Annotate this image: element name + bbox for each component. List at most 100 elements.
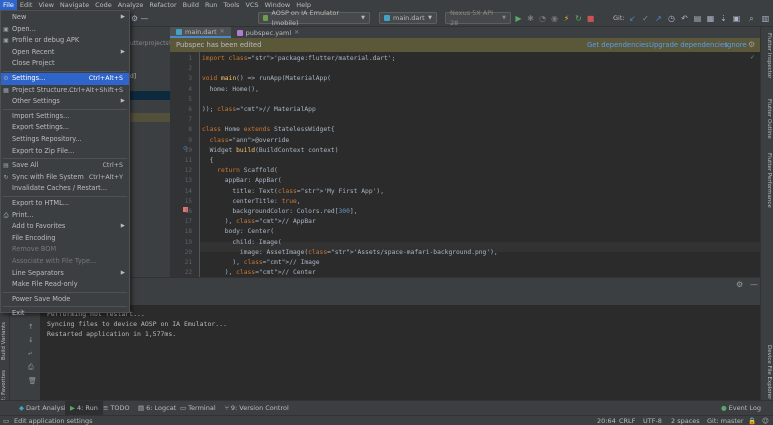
menu-tools[interactable]: Tools: [220, 0, 242, 10]
tab-terminal[interactable]: ▭ Terminal: [175, 401, 221, 416]
code-line[interactable]: class="ann">@override: [202, 136, 290, 146]
stop-icon[interactable]: ■: [586, 14, 595, 23]
code-line[interactable]: import class="str">'package:flutter/mate…: [202, 54, 395, 64]
line-separator[interactable]: CRLF: [619, 416, 635, 425]
search-icon[interactable]: ⌕: [747, 14, 756, 23]
rollback-icon[interactable]: ↶: [680, 14, 689, 23]
avd-manager-icon[interactable]: ▦: [706, 14, 715, 23]
cursor-position[interactable]: 20:64: [597, 416, 616, 425]
sdk-manager-icon[interactable]: ▤: [693, 14, 702, 23]
vcs-update-icon[interactable]: ↙: [628, 14, 637, 23]
code-editor[interactable]: import class="str">'package:flutter/mate…: [170, 52, 760, 277]
code-line[interactable]: title: Text(class="str">'My First App'),: [202, 187, 384, 197]
menu-item-import-settings[interactable]: Import Settings...: [1, 111, 129, 123]
menu-run[interactable]: Run: [202, 0, 220, 10]
menu-item-settings-repository[interactable]: Settings Repository...: [1, 134, 129, 146]
flutter-outline-tab[interactable]: Flutter Outline: [763, 99, 772, 139]
code-line[interactable]: body: Center(: [202, 227, 274, 237]
flutter-inspector-tab[interactable]: Flutter Inspector: [763, 33, 772, 79]
git-branch[interactable]: Git: master: [707, 416, 744, 425]
history-icon[interactable]: ◷: [667, 14, 676, 23]
trash-icon[interactable]: 🗑: [28, 377, 37, 385]
tab-event-log[interactable]: ● Event Log: [716, 401, 766, 416]
code-line[interactable]: appBar: AppBar(: [202, 176, 282, 186]
scroll-down-icon[interactable]: ↓: [28, 336, 34, 344]
code-line[interactable]: {: [202, 156, 214, 166]
notifications-icon[interactable]: ☺: [762, 416, 769, 425]
menu-item-print[interactable]: ⎙ Print...: [1, 210, 129, 222]
menu-item-sync-with-file-system[interactable]: ↻ Sync with File System Ctrl+Alt+Y: [1, 172, 129, 184]
minimize-icon[interactable]: —: [750, 280, 758, 289]
menu-item-invalidate-caches-restart[interactable]: Invalidate Caches / Restart...: [1, 183, 129, 195]
menu-item-settings[interactable]: ⚙ Settings... Ctrl+Alt+S: [1, 73, 129, 85]
code-line[interactable]: return Scaffold(: [202, 166, 278, 176]
ignore-link[interactable]: Ignore: [725, 41, 747, 49]
menu-item-exit[interactable]: Exit: [1, 308, 129, 320]
file-encoding[interactable]: UTF-8: [643, 416, 662, 425]
print-icon[interactable]: ⎙: [28, 363, 34, 372]
menu-item-export-to-zip-file[interactable]: Export to Zip File...: [1, 146, 129, 158]
inspection-ok-icon[interactable]: ✓: [750, 54, 755, 61]
project-modified-row[interactable]: [130, 113, 170, 122]
vcs-commit-icon[interactable]: ✓: [641, 14, 650, 23]
menu-item-other-settings[interactable]: Other Settings ▶: [1, 96, 129, 108]
menu-vcs[interactable]: VCS: [242, 0, 261, 10]
close-icon[interactable]: ✕: [220, 28, 225, 35]
favorites-tab[interactable]: 2: Favorites: [1, 370, 9, 402]
menu-item-export-to-html[interactable]: Export to HTML...: [1, 198, 129, 210]
status-icon[interactable]: ▭: [3, 416, 9, 425]
layout-icon[interactable]: ▥: [761, 14, 770, 23]
menu-item-power-save-mode[interactable]: Power Save Mode: [1, 294, 129, 306]
vcs-push-icon[interactable]: ↗: [654, 14, 663, 23]
menu-navigate[interactable]: Navigate: [57, 0, 92, 10]
menu-item-export-settings[interactable]: Export Settings...: [1, 122, 129, 134]
scroll-up-icon[interactable]: ↑: [28, 323, 34, 331]
run-icon[interactable]: ▶: [514, 14, 523, 23]
close-icon[interactable]: ✕: [294, 29, 299, 36]
menu-item-close-project[interactable]: Close Project: [1, 58, 129, 70]
lock-icon[interactable]: 🔒: [748, 416, 756, 425]
hot-restart-icon[interactable]: ↻: [574, 14, 583, 23]
debug-icon[interactable]: ✱: [526, 14, 535, 23]
menu-refactor[interactable]: Refactor: [146, 0, 179, 10]
indent-setting[interactable]: 2 spaces: [671, 416, 700, 425]
build-variants-tab[interactable]: Build Variants: [1, 322, 9, 360]
code-line[interactable]: child: Image(: [202, 238, 281, 248]
code-line[interactable]: home: Home(),: [202, 85, 259, 95]
menu-item-open[interactable]: ▣ Open...: [1, 24, 129, 36]
project-selected-row[interactable]: [130, 91, 170, 100]
upgrade-dependencies-link[interactable]: Upgrade dependencies: [649, 41, 728, 49]
code-line[interactable]: ), class="cmt">// Image: [202, 258, 319, 268]
menu-item-profile-or-debug-apk[interactable]: ▣ Profile or debug APK: [1, 35, 129, 47]
gear-icon[interactable]: ⚙: [748, 40, 755, 49]
soft-wrap-icon[interactable]: ⤶: [28, 349, 32, 358]
device-file-explorer-tab[interactable]: Device File Explorer: [763, 345, 772, 399]
code-line[interactable]: class Home extends StatelessWidget{: [202, 125, 335, 135]
device-dropdown[interactable]: Nexus 5X API 28 ▼: [445, 9, 511, 27]
hot-reload-icon[interactable]: ⚡: [562, 14, 571, 23]
target-file-dropdown[interactable]: main.dart ▼: [379, 12, 437, 24]
code-line[interactable]: ), class="cmt">// AppBar: [202, 217, 316, 227]
tab-version-control[interactable]: ⑂ 9: Version Control: [220, 401, 294, 416]
tab-main-dart[interactable]: main.dart ✕: [170, 27, 231, 38]
coverage-icon[interactable]: ◔: [538, 14, 547, 23]
menu-file[interactable]: File: [0, 0, 17, 10]
profile-icon[interactable]: ◉: [550, 14, 559, 23]
menu-item-open-recent[interactable]: Open Recent ▶: [1, 47, 129, 59]
menu-item-make-file-read-only[interactable]: Make File Read-only: [1, 279, 129, 291]
code-line[interactable]: )); class="cmt">// MaterialApp: [202, 105, 316, 115]
gear-icon[interactable]: ⚙: [130, 14, 139, 23]
menu-view[interactable]: View: [35, 0, 56, 10]
gear-icon[interactable]: ⚙: [736, 280, 743, 289]
code-line[interactable]: backgroundColor: Colors.red[300],: [202, 207, 357, 217]
menu-item-project-structure[interactable]: ▦ Project Structure... Ctrl+Alt+Shift+S: [1, 85, 129, 97]
menu-item-line-separators[interactable]: Line Separators ▶: [1, 268, 129, 280]
menu-build[interactable]: Build: [180, 0, 202, 10]
get-dependencies-link[interactable]: Get dependencies: [587, 41, 649, 49]
run-config-dropdown[interactable]: AOSP on IA Emulator (mobile) ▼: [258, 9, 370, 27]
menu-item-add-to-favorites[interactable]: Add to Favorites ▶: [1, 221, 129, 233]
structure-icon[interactable]: ▣: [732, 14, 741, 23]
code-line[interactable]: void main() => runApp(MaterialApp(: [202, 74, 331, 84]
flutter-performance-tab[interactable]: Flutter Performance: [763, 153, 772, 208]
menu-code[interactable]: Code: [92, 0, 115, 10]
